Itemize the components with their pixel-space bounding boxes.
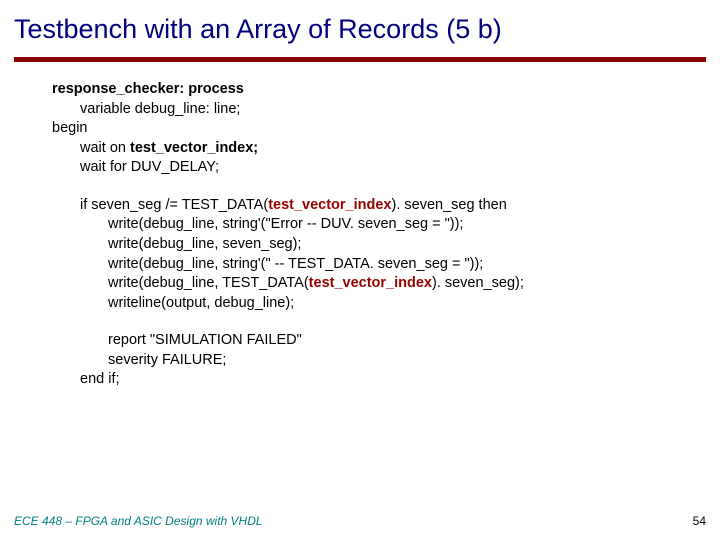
code-line: begin xyxy=(52,119,720,139)
footer-course: ECE 448 – FPGA and ASIC Design with VHDL xyxy=(14,514,263,528)
code-line: severity FAILURE; xyxy=(52,351,720,371)
page-number: 54 xyxy=(693,514,706,528)
code-var: test_vector_index xyxy=(268,197,391,213)
code-line: if seven_seg /= TEST_DATA(test_vector_in… xyxy=(52,196,720,216)
code-text: write(debug_line, TEST_DATA( xyxy=(108,275,309,291)
code-var: test_vector_index xyxy=(309,275,432,291)
title-divider xyxy=(14,57,706,62)
code-line: write(debug_line, string'("Error -- DUV.… xyxy=(52,215,720,235)
code-line: write(debug_line, TEST_DATA(test_vector_… xyxy=(52,274,720,294)
code-line: wait for DUV_DELAY; xyxy=(52,158,720,178)
code-keyword: process xyxy=(188,81,244,97)
code-block: response_checker: process variable debug… xyxy=(0,80,720,390)
code-text: ). seven_seg); xyxy=(432,275,524,291)
code-text: wait on xyxy=(80,140,130,156)
slide-footer: ECE 448 – FPGA and ASIC Design with VHDL… xyxy=(14,514,706,528)
code-line: end if; xyxy=(52,370,720,390)
code-bold: test_vector_index; xyxy=(130,140,258,156)
code-line: writeline(output, debug_line); xyxy=(52,294,720,314)
code-line: wait on test_vector_index; xyxy=(52,139,720,159)
code-text: ). seven_seg then xyxy=(392,197,507,213)
code-text: response_checker: xyxy=(52,81,188,97)
code-line: write(debug_line, string'(" -- TEST_DATA… xyxy=(52,255,720,275)
code-line: response_checker: process xyxy=(52,80,720,100)
code-text: if seven_seg /= TEST_DATA( xyxy=(80,197,268,213)
code-line: variable debug_line: line; xyxy=(52,100,720,120)
code-line: report "SIMULATION FAILED" xyxy=(52,331,720,351)
code-line: write(debug_line, seven_seg); xyxy=(52,235,720,255)
slide-title: Testbench with an Array of Records (5 b) xyxy=(0,0,720,53)
